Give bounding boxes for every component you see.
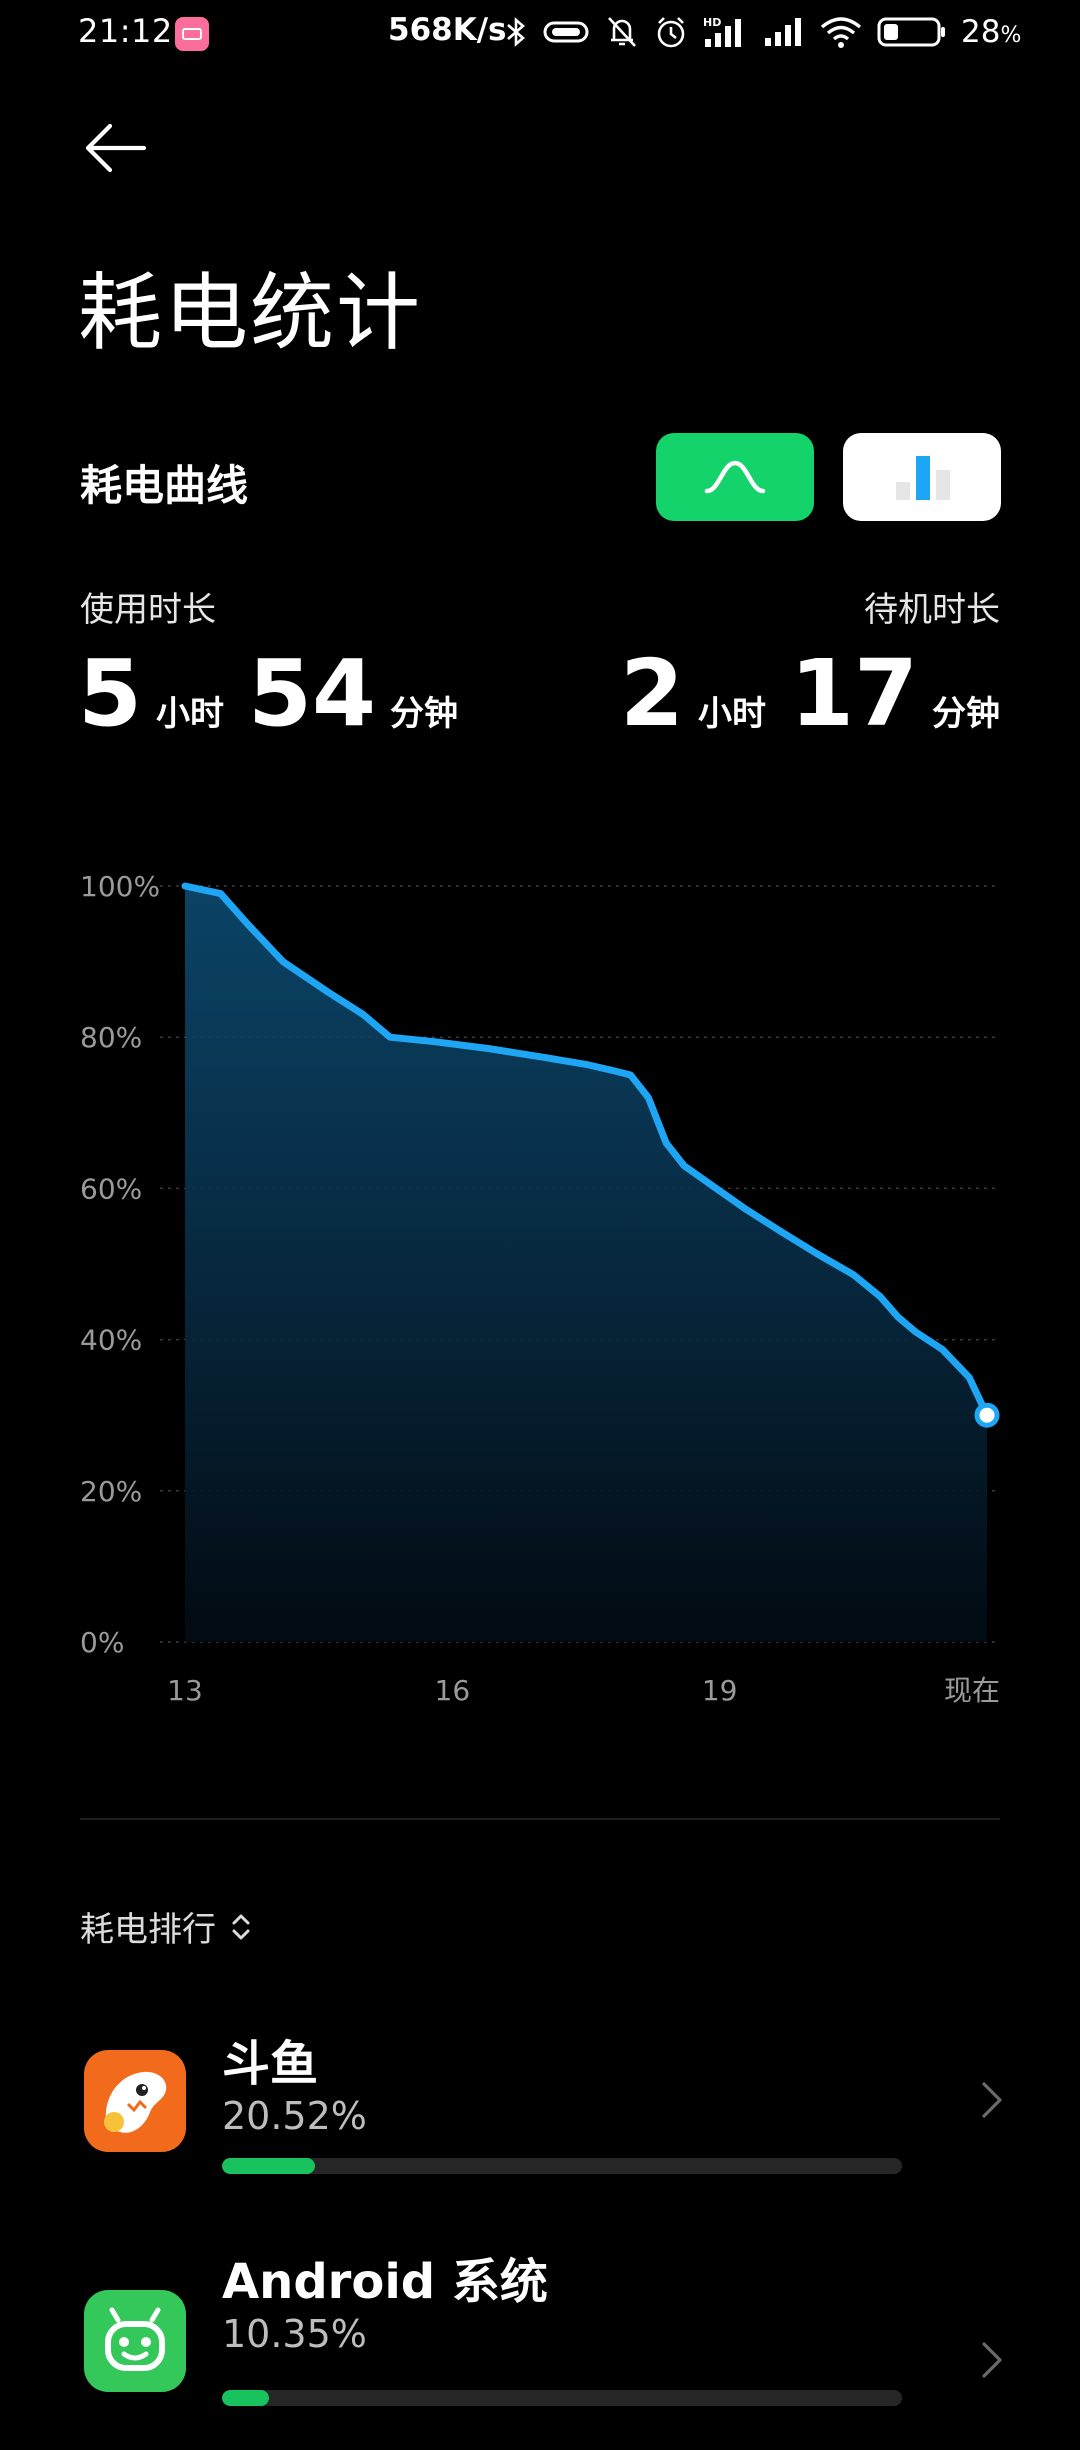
douyu-icon [84, 2050, 186, 2152]
app-percent: 10.35% [222, 2312, 367, 2356]
bluetooth-icon [507, 17, 525, 47]
app-usage-bar [222, 2158, 902, 2174]
ranking-title: 耗电排行 [80, 1910, 216, 1950]
chevron-right-icon [982, 2082, 1002, 2118]
usage-time-value: 5 小时 54 分钟 [78, 640, 458, 747]
vibrate-icon [543, 21, 589, 43]
usage-time-label: 使用时长 [80, 590, 216, 630]
android-icon [84, 2290, 186, 2392]
battery-percent: 28% [961, 14, 1021, 50]
chart-x-tick-label: 16 [435, 1674, 471, 1707]
app-name: 斗鱼 [222, 2036, 319, 2092]
chart-x-tick-label: 19 [702, 1674, 738, 1707]
status-icons: HD 28% [505, 12, 1021, 52]
wifi-icon [820, 17, 862, 48]
page-title: 耗电统计 [78, 264, 423, 362]
section-title: 耗电曲线 [80, 461, 249, 510]
status-bar: 21:12 568K/s HD 28% [0, 0, 1080, 66]
battery-curve-chart: 100% 80% 60% 40% 20% 0% 13 16 19 现在 [80, 870, 1000, 1707]
status-network-speed: 568K/s [388, 12, 507, 48]
chart-y-tick-label: 20% [80, 1475, 142, 1508]
app-usage-bar [222, 2390, 902, 2406]
app-usage-bar-fill [222, 2390, 269, 2406]
usage-minutes: 54 [248, 640, 377, 747]
battery-icon [877, 17, 945, 47]
ranking-sort-button[interactable]: 耗电排行 [80, 1902, 252, 1951]
curve-chart-icon [704, 460, 766, 494]
signal-icon [765, 18, 801, 46]
chart-area [185, 886, 987, 1642]
app-usage-bar-fill [222, 2158, 316, 2174]
chart-y-tick-label: 0% [80, 1626, 124, 1659]
app-notification-icon [175, 17, 209, 51]
svg-text:HD: HD [703, 16, 721, 29]
bar-view-toggle[interactable] [843, 433, 1001, 521]
chart-current-point [974, 1402, 1000, 1428]
standby-minutes-unit: 分钟 [932, 694, 1000, 734]
standby-hours: 2 [619, 640, 684, 747]
battery-percent-unit: % [1000, 23, 1022, 48]
alarm-icon [657, 17, 685, 48]
usage-minutes-unit: 分钟 [390, 694, 459, 734]
app-row-android-system[interactable]: Android 系统 10.35% [0, 2230, 1080, 2450]
chart-y-tick-label: 60% [80, 1172, 142, 1205]
app-name: Android 系统 [222, 2254, 548, 2310]
chart-y-tick-label: 80% [80, 1021, 142, 1054]
standby-hours-unit: 小时 [697, 694, 766, 734]
section-divider [80, 1818, 1000, 1820]
app-row-douyu[interactable]: 斗鱼 20.52% [0, 1990, 1080, 2210]
back-arrow-icon [85, 123, 147, 173]
bar-chart-icon [896, 456, 950, 500]
status-time: 21:12 [78, 12, 173, 50]
mute-icon [608, 17, 636, 47]
sort-updown-icon [232, 1914, 250, 1939]
chevron-right-icon [982, 2342, 1002, 2378]
hd-signal-icon: HD [703, 16, 741, 47]
usage-hours-unit: 小时 [156, 694, 225, 734]
app-percent: 20.52% [222, 2094, 367, 2138]
standby-minutes: 17 [789, 640, 918, 747]
chart-y-tick-label: 100% [80, 870, 160, 903]
chart-x-tick-label: 13 [167, 1674, 203, 1707]
chart-x-tick-label: 现在 [944, 1674, 1000, 1707]
back-button[interactable] [82, 118, 152, 178]
standby-time-label: 待机时长 [864, 590, 1000, 630]
chart-y-tick-label: 40% [80, 1324, 142, 1357]
curve-view-toggle[interactable] [656, 433, 814, 521]
usage-hours: 5 [78, 640, 143, 747]
battery-percent-value: 28 [961, 14, 1001, 50]
standby-time-value: 2 小时 17 分钟 [620, 640, 1000, 747]
